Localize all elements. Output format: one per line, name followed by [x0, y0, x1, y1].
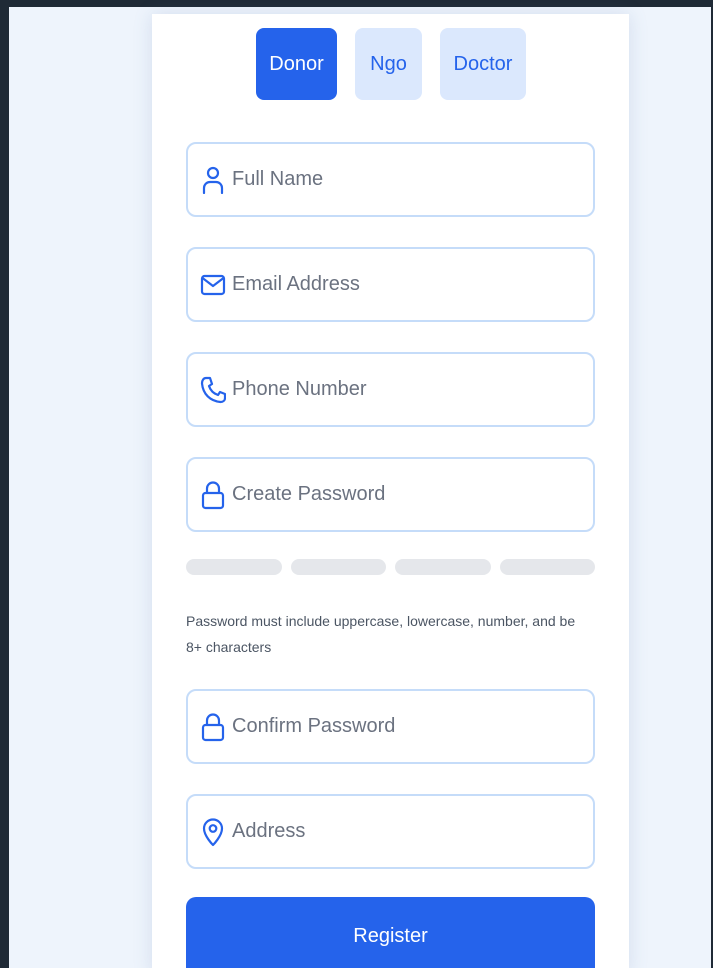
lock-icon: [200, 480, 226, 510]
full-name-input[interactable]: [232, 168, 582, 191]
role-tabs: Donor Ngo Doctor: [256, 28, 526, 100]
registration-card: Donor Ngo Doctor Full Name Email Address…: [152, 14, 629, 968]
phone-icon: [200, 375, 226, 405]
register-button[interactable]: Register: [186, 897, 595, 968]
user-icon: [200, 165, 226, 195]
strength-segment: [499, 559, 595, 575]
tab-doctor[interactable]: Doctor: [440, 28, 526, 100]
strength-segment: [186, 559, 282, 575]
password-strength-meter: [186, 559, 595, 575]
window-frame: Donor Ngo Doctor Full Name Email Address…: [0, 0, 713, 968]
password-hint: Password must include uppercase, lowerca…: [186, 613, 576, 655]
lock-icon: [200, 712, 226, 742]
confirm-password-field[interactable]: [186, 689, 595, 764]
email-input[interactable]: [232, 273, 582, 296]
strength-segment: [290, 559, 386, 575]
address-input[interactable]: [232, 820, 582, 843]
password-input[interactable]: [232, 483, 582, 506]
phone-field[interactable]: [186, 352, 595, 427]
map-pin-icon: [200, 817, 226, 847]
address-field[interactable]: [186, 794, 595, 869]
tab-donor[interactable]: Donor: [256, 28, 337, 100]
email-field[interactable]: [186, 247, 595, 322]
confirm-password-input[interactable]: [232, 715, 582, 738]
password-field[interactable]: [186, 457, 595, 532]
mail-icon: [200, 270, 226, 300]
tab-ngo[interactable]: Ngo: [355, 28, 422, 100]
strength-segment: [395, 559, 491, 575]
full-name-field[interactable]: [186, 142, 595, 217]
phone-input[interactable]: [232, 378, 582, 401]
